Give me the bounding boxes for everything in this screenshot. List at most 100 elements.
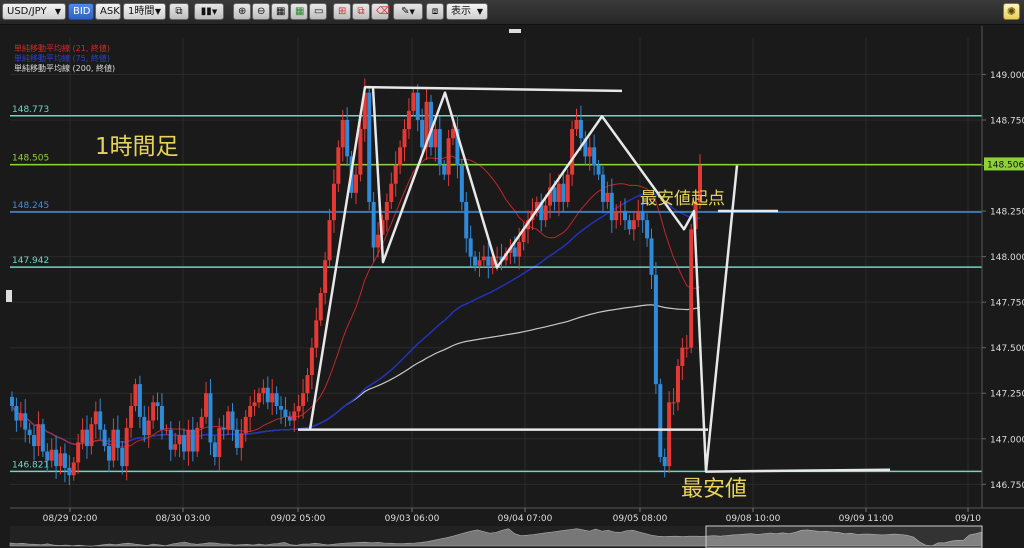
symbol-select[interactable]: USD/JPY ▼	[2, 3, 66, 20]
candle-body	[614, 211, 619, 221]
candle-body	[389, 183, 394, 202]
candle-body	[217, 427, 222, 457]
candle-body	[578, 119, 583, 139]
zoom-in-icon[interactable]: ⊕	[233, 3, 251, 20]
pen-icon[interactable]: ✎▼	[393, 3, 423, 20]
candle-body	[168, 429, 173, 450]
candle-body	[89, 424, 94, 447]
candle-body	[208, 393, 213, 443]
remove-indicator-icon[interactable]: ⌫	[371, 3, 390, 20]
candle-body	[296, 405, 301, 412]
candle-body	[327, 220, 332, 261]
navigator[interactable]	[9, 525, 983, 548]
candle-body	[115, 429, 120, 448]
candle-body	[437, 129, 442, 166]
candle-body	[477, 260, 482, 266]
price-chart[interactable]: 148.773 148.505 148.245 147.942 146.821 149.…	[0, 26, 1024, 548]
symbol-label: USD/JPY	[7, 6, 47, 17]
candle-body	[221, 427, 226, 430]
ask-button[interactable]: ASK	[95, 3, 121, 20]
candle-body	[45, 451, 50, 461]
y-tick-label: 148.250	[990, 208, 1024, 218]
bulb-icon[interactable]: ✺	[1003, 3, 1020, 20]
candle-body	[309, 347, 314, 376]
chart-type-icon[interactable]: ▮▮▼	[194, 3, 224, 20]
window-small-icon[interactable]: ▭	[309, 3, 327, 20]
display-button[interactable]: 表示 ▼	[446, 3, 488, 20]
lowest-annotation: 最安値	[681, 477, 747, 502]
candle-body	[675, 365, 680, 403]
candle-body	[199, 416, 204, 428]
window-icon[interactable]: ⧉	[169, 3, 189, 20]
candle-body	[680, 347, 685, 366]
candle-body	[164, 429, 169, 431]
copy-indicator-icon[interactable]: ⧉	[352, 3, 370, 20]
toolbar: USD/JPY ▼ BID ASK 1時間 ▼ ⧉ ▮▮▼ ⊕ ⊖ ▦ ▦ ▭ ⊞ …	[0, 0, 1024, 25]
y-tick-label: 147.750	[990, 299, 1024, 309]
level-label: 147.942	[12, 256, 49, 266]
grid-green-icon[interactable]: ▦	[290, 3, 308, 20]
candle-body	[565, 174, 570, 202]
candle-body	[543, 205, 548, 221]
y-tick-label: 147.500	[990, 344, 1024, 354]
candle-body	[587, 147, 592, 157]
bid-label: BID	[73, 6, 91, 17]
candle-body	[137, 384, 142, 417]
candle-body	[384, 201, 389, 221]
candle-body	[58, 453, 63, 467]
candle-body	[49, 449, 54, 461]
candle-body	[182, 435, 186, 452]
candle-body	[318, 293, 323, 321]
zoom-out-icon[interactable]: ⊖	[252, 3, 270, 20]
add-indicator-icon[interactable]: ⊞	[333, 3, 351, 20]
candle-body	[358, 129, 363, 175]
chart-title-annotation: 1時間足	[95, 134, 179, 160]
candle-body	[609, 192, 614, 221]
candle-body	[40, 424, 45, 452]
x-tick-label: 09/10	[955, 514, 981, 524]
x-tick-label: 09/04 07:00	[498, 514, 553, 524]
candle-body	[645, 220, 650, 239]
y-tick-label: 147.250	[990, 390, 1024, 400]
candle-body	[331, 183, 336, 221]
candle-body	[451, 129, 456, 139]
candle-body	[283, 409, 288, 417]
candle-body	[314, 320, 319, 348]
candle-body	[36, 424, 41, 447]
candle-body	[133, 384, 138, 406]
level-label: 148.505	[12, 154, 49, 164]
candle-body	[402, 129, 407, 148]
candle-body	[446, 138, 451, 175]
candle-body	[689, 229, 694, 348]
candle-body	[649, 238, 654, 275]
candle-body	[574, 119, 579, 130]
grid-icon[interactable]: ▦	[271, 3, 289, 20]
candle-body	[336, 147, 341, 184]
candle-body	[600, 174, 605, 202]
candle-body	[684, 347, 689, 349]
candle-body	[93, 411, 98, 425]
side-handle[interactable]	[6, 290, 12, 302]
candle-body	[481, 256, 486, 261]
candle-body	[129, 405, 134, 428]
bid-button[interactable]: BID	[68, 3, 94, 20]
chevron-down-icon: ▼	[154, 7, 161, 16]
scroll-handle[interactable]	[509, 29, 521, 33]
candle-body	[234, 429, 239, 448]
candle-body	[292, 411, 297, 421]
timeframe-select[interactable]: 1時間 ▼	[123, 3, 166, 20]
candle-body	[495, 256, 500, 258]
candle-body	[305, 375, 310, 394]
candle-body	[323, 260, 328, 294]
candle-body	[442, 165, 447, 175]
candle-body	[32, 435, 37, 447]
candle-body	[371, 201, 376, 248]
candle-body	[552, 187, 557, 202]
screenshot-icon[interactable]: ⧈	[426, 3, 444, 20]
candle-body	[287, 416, 292, 421]
candle-body	[464, 201, 469, 239]
chevron-down-icon: ▼	[54, 7, 61, 16]
candle-body	[274, 393, 279, 406]
candle-body	[190, 429, 195, 452]
candle-body	[155, 402, 160, 406]
